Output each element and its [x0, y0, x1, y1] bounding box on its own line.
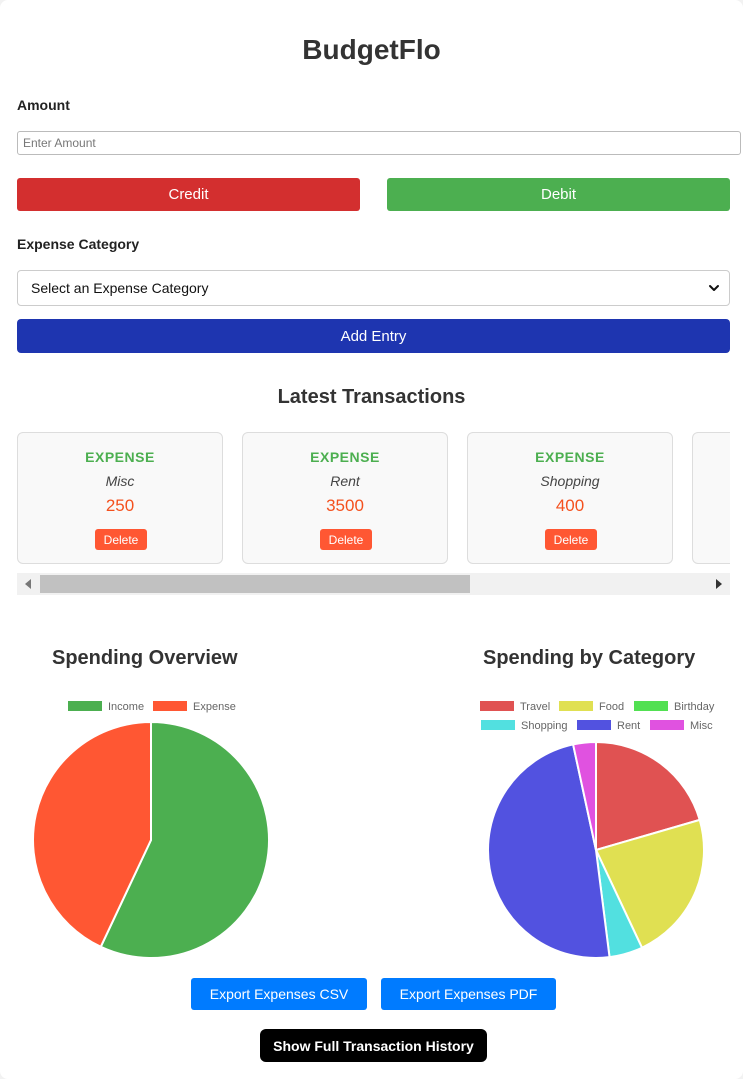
legend-swatch-shopping[interactable] [481, 720, 515, 730]
legend-label-birthday[interactable]: Birthday [674, 701, 715, 713]
export-pdf-button[interactable]: Export Expenses PDF [381, 978, 556, 1010]
legend-swatch-misc[interactable] [650, 720, 684, 730]
app-page: BudgetFlo Amount Credit Debit Expense Ca… [0, 0, 743, 1079]
legend-swatch-expense[interactable] [153, 701, 187, 711]
legend-label-shopping[interactable]: Shopping [521, 720, 568, 732]
legend-swatch-rent[interactable] [577, 720, 611, 730]
export-csv-button[interactable]: Export Expenses CSV [191, 978, 367, 1010]
legend-label-misc[interactable]: Misc [690, 720, 713, 732]
charts-canvas: Income Expense Travel Food Birthday Shopping R… [32, 701, 715, 959]
show-history-button[interactable]: Show Full Transaction History [260, 1029, 487, 1062]
legend-swatch-travel[interactable] [480, 701, 514, 711]
legend-label-rent[interactable]: Rent [617, 720, 640, 732]
legend-label-income[interactable]: Income [108, 701, 144, 713]
legend-swatch-birthday[interactable] [634, 701, 668, 711]
legend-swatch-food[interactable] [559, 701, 593, 711]
legend-swatch-income[interactable] [68, 701, 102, 711]
legend-label-travel[interactable]: Travel [520, 701, 550, 713]
legend-label-expense[interactable]: Expense [193, 701, 236, 713]
legend-label-food[interactable]: Food [599, 701, 624, 713]
